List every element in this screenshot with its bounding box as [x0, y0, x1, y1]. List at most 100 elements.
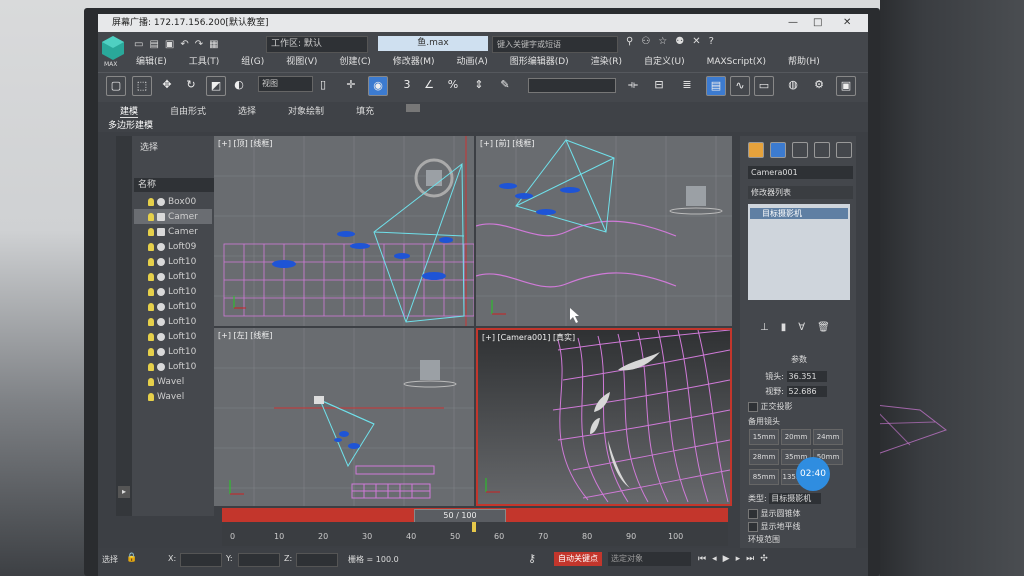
keyboard-shortcut-icon[interactable]: ◉ [368, 76, 388, 96]
light-bulb-icon[interactable] [148, 362, 154, 371]
menu-maxscript[interactable]: MAXScript(X) [707, 54, 766, 70]
minimize-icon[interactable]: — [788, 14, 798, 32]
search-icon[interactable]: ⚲ [626, 36, 633, 47]
light-bulb-icon[interactable] [148, 302, 154, 311]
list-item[interactable]: Camer [134, 224, 212, 239]
light-bulb-icon[interactable] [148, 317, 154, 326]
light-bulb-icon[interactable] [148, 272, 154, 281]
list-item[interactable]: Loft09 [134, 239, 212, 254]
list-item[interactable]: Loft10 [134, 329, 212, 344]
schematic-view-icon[interactable]: ▭ [754, 76, 774, 96]
exchange-icon[interactable]: ✕ [692, 36, 700, 47]
track-bar[interactable]: 0 10 20 30 40 50 60 70 80 90 100 [222, 522, 728, 546]
list-item[interactable]: Loft10 [134, 269, 212, 284]
light-bulb-icon[interactable] [148, 392, 154, 401]
help-icon[interactable]: ? [709, 36, 714, 47]
pin-stack-icon[interactable]: ⊥ [760, 322, 769, 333]
ribbon-tab-selection[interactable]: 选择 [238, 104, 256, 118]
place-icon[interactable]: ◐ [230, 76, 248, 94]
close-icon[interactable]: ✕ [843, 14, 851, 32]
previous-frame-icon[interactable]: ◂ [712, 554, 717, 564]
project-folder-icon[interactable]: ▦ [209, 39, 218, 50]
scale-icon[interactable]: ◩ [206, 76, 226, 96]
y-field[interactable] [238, 553, 280, 567]
ortho-checkbox[interactable] [748, 401, 758, 412]
menu-help[interactable]: 帮助(H) [788, 54, 820, 70]
lens-24mm-button[interactable]: 24mm [813, 429, 843, 445]
rotate-icon[interactable]: ↻ [182, 76, 200, 94]
viewport-label-camera[interactable]: [+] [Camera001] [真实] [482, 332, 575, 343]
light-bulb-icon[interactable] [148, 332, 154, 341]
user-icon[interactable]: ⚉ [675, 36, 684, 47]
menu-create[interactable]: 创建(C) [339, 54, 370, 70]
lens-20mm-button[interactable]: 20mm [781, 429, 811, 445]
modifier-list-dropdown[interactable]: 修改器列表 [748, 186, 853, 199]
selection-sets-dropdown[interactable]: 选定对象 [608, 552, 691, 566]
menu-edit[interactable]: 编辑(E) [136, 54, 167, 70]
light-bulb-icon[interactable] [148, 227, 154, 236]
menu-group[interactable]: 组(G) [241, 54, 264, 70]
light-bulb-icon[interactable] [148, 212, 154, 221]
modifier-stack-item[interactable]: 目标摄影机 [750, 208, 848, 219]
menu-animation[interactable]: 动画(A) [457, 54, 488, 70]
select-object-icon[interactable]: ▢ [106, 76, 126, 96]
material-editor-icon[interactable]: ◍ [784, 76, 802, 94]
light-bulb-icon[interactable] [148, 197, 154, 206]
list-item[interactable]: Wavel [134, 389, 212, 404]
fov-field[interactable]: 52.686 [786, 386, 827, 397]
expand-icon[interactable]: ▸ [118, 486, 130, 498]
menu-tools[interactable]: 工具(T) [189, 54, 220, 70]
render-setup-icon[interactable]: ⚙ [810, 76, 828, 94]
snap-toggle-icon[interactable]: 3 [398, 76, 416, 94]
name-column-header[interactable]: 名称 [134, 178, 216, 192]
maximize-icon[interactable]: □ [813, 14, 822, 32]
light-bulb-icon[interactable] [148, 287, 154, 296]
select-region-icon[interactable]: ⬚ [132, 76, 152, 96]
lens-28mm-button[interactable]: 28mm [749, 449, 779, 465]
reference-coordinate-dropdown[interactable]: 视图 [258, 76, 313, 92]
layer-icon[interactable]: ≣ [678, 76, 696, 94]
save-icon[interactable]: ▣ [165, 39, 174, 50]
search-input[interactable]: 键入关键字或短语 [492, 36, 618, 53]
make-unique-icon[interactable]: ∀ [798, 322, 805, 333]
go-to-start-icon[interactable]: ⏮ [698, 554, 706, 564]
open-file-icon[interactable]: ▤ [149, 39, 158, 50]
redo-icon[interactable]: ↷ [195, 39, 203, 50]
lens-85mm-button[interactable]: 85mm [749, 469, 779, 485]
move-icon[interactable]: ✥ [158, 76, 176, 94]
show-cone-checkbox[interactable] [748, 508, 758, 519]
viewport-label-left[interactable]: [+] [左] [线框] [218, 330, 273, 341]
list-item[interactable]: Loft10 [134, 344, 212, 359]
viewport-label-top[interactable]: [+] [顶] [线框] [218, 138, 273, 149]
go-to-end-icon[interactable]: ⏭ [746, 554, 754, 564]
angle-snap-icon[interactable]: ∠ [420, 76, 438, 94]
time-slider[interactable]: 50 / 100 [414, 509, 506, 523]
viewport-front[interactable]: [+] [前] [线框] [476, 136, 732, 326]
curve-editor-icon[interactable]: ∿ [730, 76, 750, 96]
display-tab-icon[interactable] [836, 142, 852, 158]
scene-explorer-toggle-icon[interactable]: ▤ [706, 76, 726, 96]
viewport-label-front[interactable]: [+] [前] [线框] [480, 138, 535, 149]
orbit-icon[interactable]: ✣ [760, 554, 768, 564]
workspace-dropdown[interactable]: 工作区: 默认 [266, 36, 368, 53]
hierarchy-tab-icon[interactable] [792, 142, 808, 158]
select-manipulate-icon[interactable]: ✛ [342, 76, 360, 94]
light-bulb-icon[interactable] [148, 257, 154, 266]
object-name-field[interactable]: Camera001 [748, 166, 853, 179]
percent-snap-icon[interactable]: % [444, 76, 462, 94]
scene-explorer-header[interactable]: 选择 [140, 140, 158, 153]
spinner-snap-icon[interactable]: ⇕ [470, 76, 488, 94]
play-icon[interactable]: ▶ [723, 554, 730, 564]
lens-15mm-button[interactable]: 15mm [749, 429, 779, 445]
key-icon[interactable]: ⚷ [528, 552, 536, 565]
viewport-camera[interactable]: [+] [Camera001] [真实] [476, 328, 732, 506]
light-bulb-icon[interactable] [148, 347, 154, 356]
menu-customize[interactable]: 自定义(U) [644, 54, 685, 70]
ribbon-options-icon[interactable] [406, 104, 421, 112]
list-item[interactable]: Loft10 [134, 254, 212, 269]
light-bulb-icon[interactable] [148, 242, 154, 251]
menu-rendering[interactable]: 渲染(R) [591, 54, 622, 70]
ribbon-tab-modeling[interactable]: 建模 [120, 104, 139, 118]
next-frame-icon[interactable]: ▸ [736, 554, 741, 564]
list-item[interactable]: Loft10 [134, 299, 212, 314]
